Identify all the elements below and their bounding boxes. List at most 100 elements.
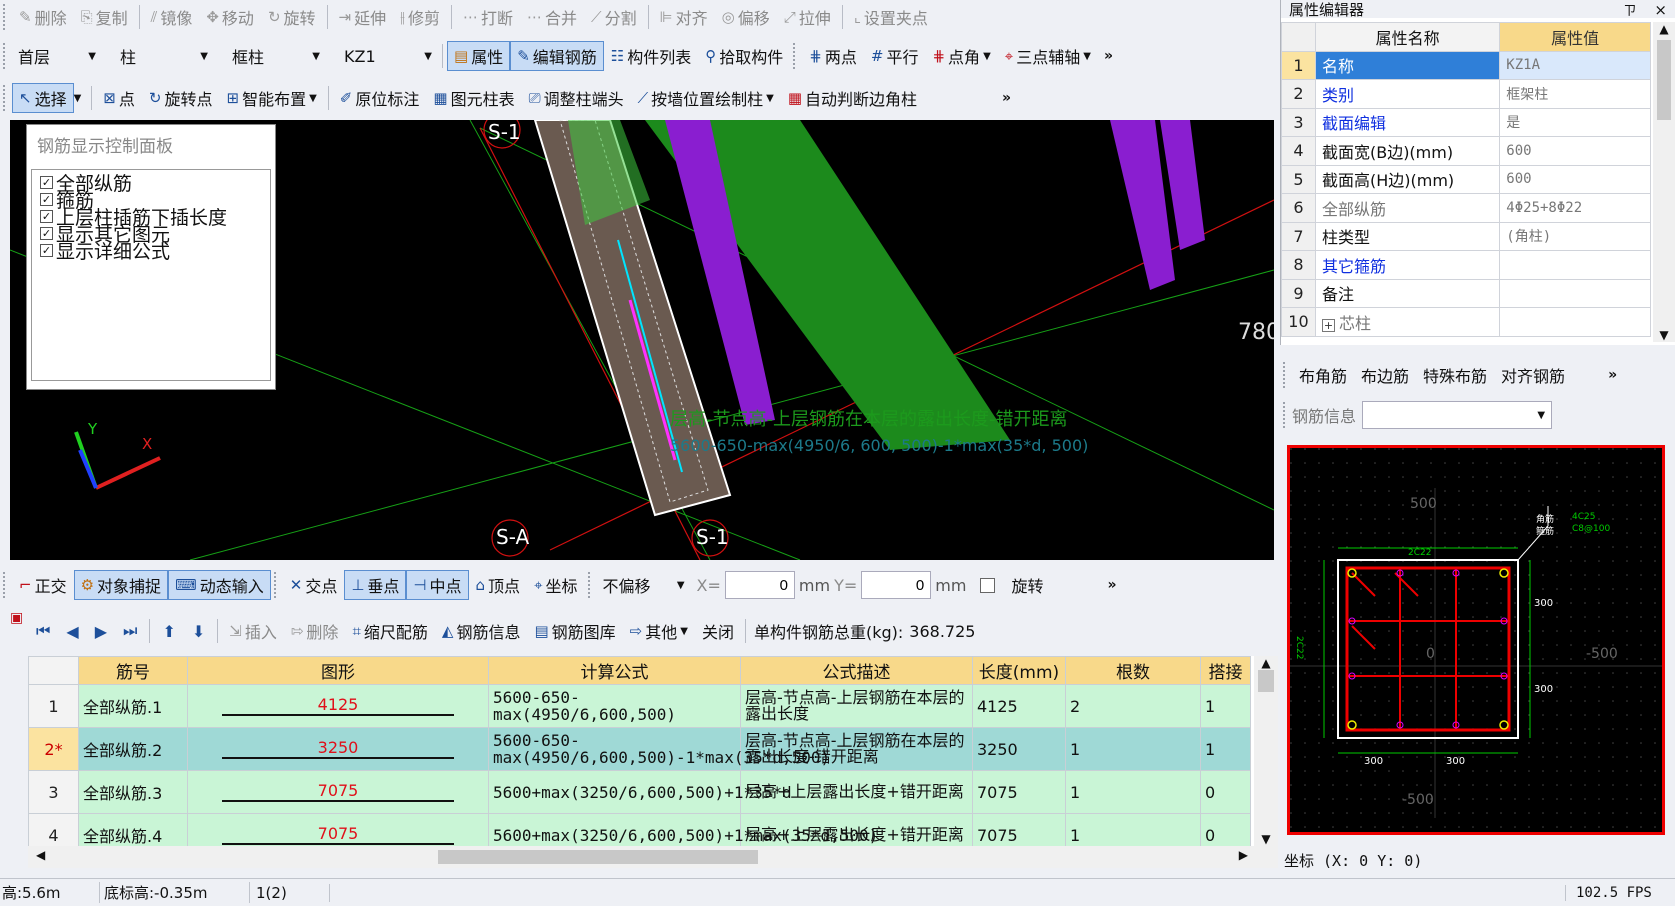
toolbar-grip[interactable] (793, 43, 799, 69)
three-point-button[interactable]: ⌖ 三点辅轴 ▼ (998, 41, 1098, 71)
column-header[interactable]: 筋号 (78, 656, 188, 685)
member-list-button[interactable]: ☷ 构件列表 (604, 41, 698, 71)
property-value[interactable] (1499, 250, 1651, 280)
parallel-button[interactable]: # 平行 (864, 41, 926, 71)
toolbar-button-8[interactable]: ⋯ 合并 (520, 2, 584, 32)
rebar-count[interactable]: 2 (1065, 684, 1201, 728)
toolbar-button-2[interactable]: ⫽ 镜像 (144, 2, 200, 32)
horizontal-scrollbar[interactable]: ◀ ▶ (28, 846, 1278, 868)
property-value[interactable] (1499, 307, 1651, 337)
rebar-length[interactable]: 7075 (972, 813, 1066, 846)
col-table-button[interactable]: ▦ 图元柱表 (426, 83, 521, 113)
adjust-head-button[interactable]: ⎚ 调整柱端头 (522, 83, 631, 113)
first-record-icon[interactable]: ⏮ (36, 621, 50, 641)
toolbar-grip[interactable] (3, 572, 9, 598)
chevron-down-icon[interactable]: ▼ (74, 93, 82, 104)
property-row[interactable]: 2 类别 框架柱 (1281, 79, 1651, 109)
checkbox-row[interactable]: ✓ 显示详细公式 (40, 241, 262, 263)
section-canvas[interactable]: 500 -500 -500 0 300 300 300 300 2C22 2C2… (1287, 445, 1665, 835)
toolbar-button-11[interactable]: ◎ 偏移 (715, 2, 777, 32)
rebar-length[interactable]: 3250 (972, 727, 1066, 771)
property-value[interactable]: 是 (1499, 107, 1651, 137)
toolbar-grip[interactable] (587, 572, 594, 598)
wall-draw-button[interactable]: ⟋ 按墙位置绘制柱 ▼ (631, 83, 781, 113)
overflow-icon[interactable]: » (1602, 367, 1623, 383)
grid-toolbar-icon[interactable]: ▣ (10, 610, 23, 626)
scroll-up-icon[interactable]: ▲ (1653, 22, 1675, 36)
scale-rebar-button[interactable]: ⌗ 缩尺配筋 (345, 616, 434, 646)
perp-snap-button[interactable]: ⊥ 垂点 (344, 570, 407, 600)
property-value[interactable] (1499, 278, 1651, 308)
vertical-scrollbar[interactable]: ▲ ▼ (1254, 656, 1278, 846)
category-select[interactable]: 柱 ▼ (114, 41, 214, 71)
corner-rebar-button[interactable]: 布角筋 (1292, 360, 1354, 390)
property-value[interactable]: 4Φ25+8Φ22 (1499, 193, 1651, 223)
checkbox-checked-icon[interactable]: ✓ (40, 176, 53, 189)
column-header[interactable]: 公式描述 (740, 656, 973, 685)
property-row[interactable]: 9 备注 (1281, 278, 1651, 308)
rebar-shape[interactable]: 4125 (187, 684, 489, 728)
toolbar-grip[interactable] (1283, 402, 1289, 428)
select-button[interactable]: ↖ 选择 (12, 83, 74, 113)
property-value[interactable]: 框架柱 (1499, 79, 1651, 109)
formula-desc[interactable]: 层高-节点高-上层钢筋在本层的露出长度-错开距离 (740, 727, 973, 771)
column-header[interactable]: 长度(mm) (972, 656, 1066, 685)
property-row[interactable]: 10 + 芯柱 (1281, 307, 1651, 337)
rebar-name[interactable]: 全部纵筋.4 (78, 813, 188, 846)
rebar-info-select[interactable]: ▼ (1362, 401, 1553, 429)
checkbox-checked-icon[interactable]: ✓ (40, 210, 53, 223)
scroll-right-icon[interactable]: ▶ (1239, 848, 1248, 862)
prev-record-icon[interactable]: ◀ (66, 622, 78, 641)
property-row[interactable]: 1 名称 KZ1A (1281, 50, 1651, 80)
property-value[interactable]: 600 (1499, 136, 1651, 166)
toolbar-button-9[interactable]: ⟋ 分割 (584, 2, 644, 32)
column-header[interactable]: 搭接 (1200, 656, 1251, 685)
formula-desc[interactable]: 层高-节点高-上层钢筋在本层的露出长度 (740, 684, 973, 728)
smart-layout-button[interactable]: ⊞ 智能布置 ▼ (219, 83, 323, 113)
move-down-icon[interactable]: ⬇ (192, 622, 205, 641)
subtype-select[interactable]: 框柱 ▼ (226, 41, 326, 71)
table-row[interactable]: 1 全部纵筋.1 4125 5600-650-max(4950/6,600,500) 层… (28, 684, 1251, 728)
rebar-name[interactable]: 全部纵筋.1 (78, 684, 188, 728)
toolbar-grip[interactable] (3, 4, 9, 30)
align-rebar-button[interactable]: 对齐钢筋 (1494, 360, 1572, 390)
rebar-count[interactable]: 1 (1065, 813, 1201, 846)
toolbar-grip[interactable] (273, 572, 280, 598)
rebar-length[interactable]: 4125 (972, 684, 1066, 728)
rebar-count[interactable]: 1 (1065, 727, 1201, 771)
formula-desc[interactable]: 层高+上层露出长度+错开距离 (740, 813, 973, 846)
formula-desc[interactable]: 层高+上层露出长度+错开距离 (740, 770, 973, 814)
rebar-lap[interactable]: 1 (1200, 684, 1251, 728)
scroll-thumb[interactable] (1657, 40, 1671, 120)
rebar-name[interactable]: 全部纵筋.3 (78, 770, 188, 814)
other-button[interactable]: ⇨ 其他 ▼ (623, 616, 695, 646)
rebar-length[interactable]: 7075 (972, 770, 1066, 814)
rotate-checkbox[interactable] (980, 577, 996, 593)
point-angle-button[interactable]: ⋕ 点角 ▼ (925, 41, 997, 71)
pick-button[interactable]: ⚲ 拾取构件 (698, 41, 790, 71)
close-icon[interactable]: × (1654, 1, 1667, 19)
vertex-snap-button[interactable]: ⌂ 顶点 (469, 570, 528, 600)
rotate-point-button[interactable]: ↻ 旋转点 (142, 83, 220, 113)
toolbar-grip[interactable] (1283, 362, 1289, 388)
dynamic-input-button[interactable]: ⌨ 动态输入 (168, 570, 271, 600)
label-orig-button[interactable]: ✐ 原位标注 (333, 83, 427, 113)
toolbar-grip[interactable] (3, 85, 9, 111)
scroll-up-icon[interactable]: ▲ (1254, 656, 1278, 670)
special-rebar-button[interactable]: 特殊布筋 (1416, 360, 1494, 390)
offset-select[interactable]: 不偏移 ▼ (597, 570, 691, 600)
mid-snap-button[interactable]: ⊣ 中点 (406, 570, 469, 600)
toolbar-button-0[interactable]: ✎ 删除 (12, 2, 74, 32)
column-header[interactable]: 计算公式 (488, 656, 741, 685)
property-value[interactable]: 600 (1499, 164, 1651, 194)
rebar-lap[interactable]: 0 (1200, 813, 1251, 846)
overflow-icon[interactable]: » (1101, 577, 1122, 593)
insert-button[interactable]: ⇲ 插入 (222, 616, 284, 646)
attr-button[interactable]: ▤ 属性 (447, 41, 511, 71)
property-value[interactable]: KZ1A (1499, 50, 1651, 80)
x-input[interactable] (724, 571, 795, 599)
column-header[interactable]: 图形 (187, 656, 489, 685)
ortho-button[interactable]: ⌐ 正交 (12, 570, 74, 600)
rebar-formula[interactable]: 5600+max(3250/6,600,500)+1*35*d (488, 770, 792, 814)
scroll-down-icon[interactable]: ▼ (1653, 328, 1675, 342)
